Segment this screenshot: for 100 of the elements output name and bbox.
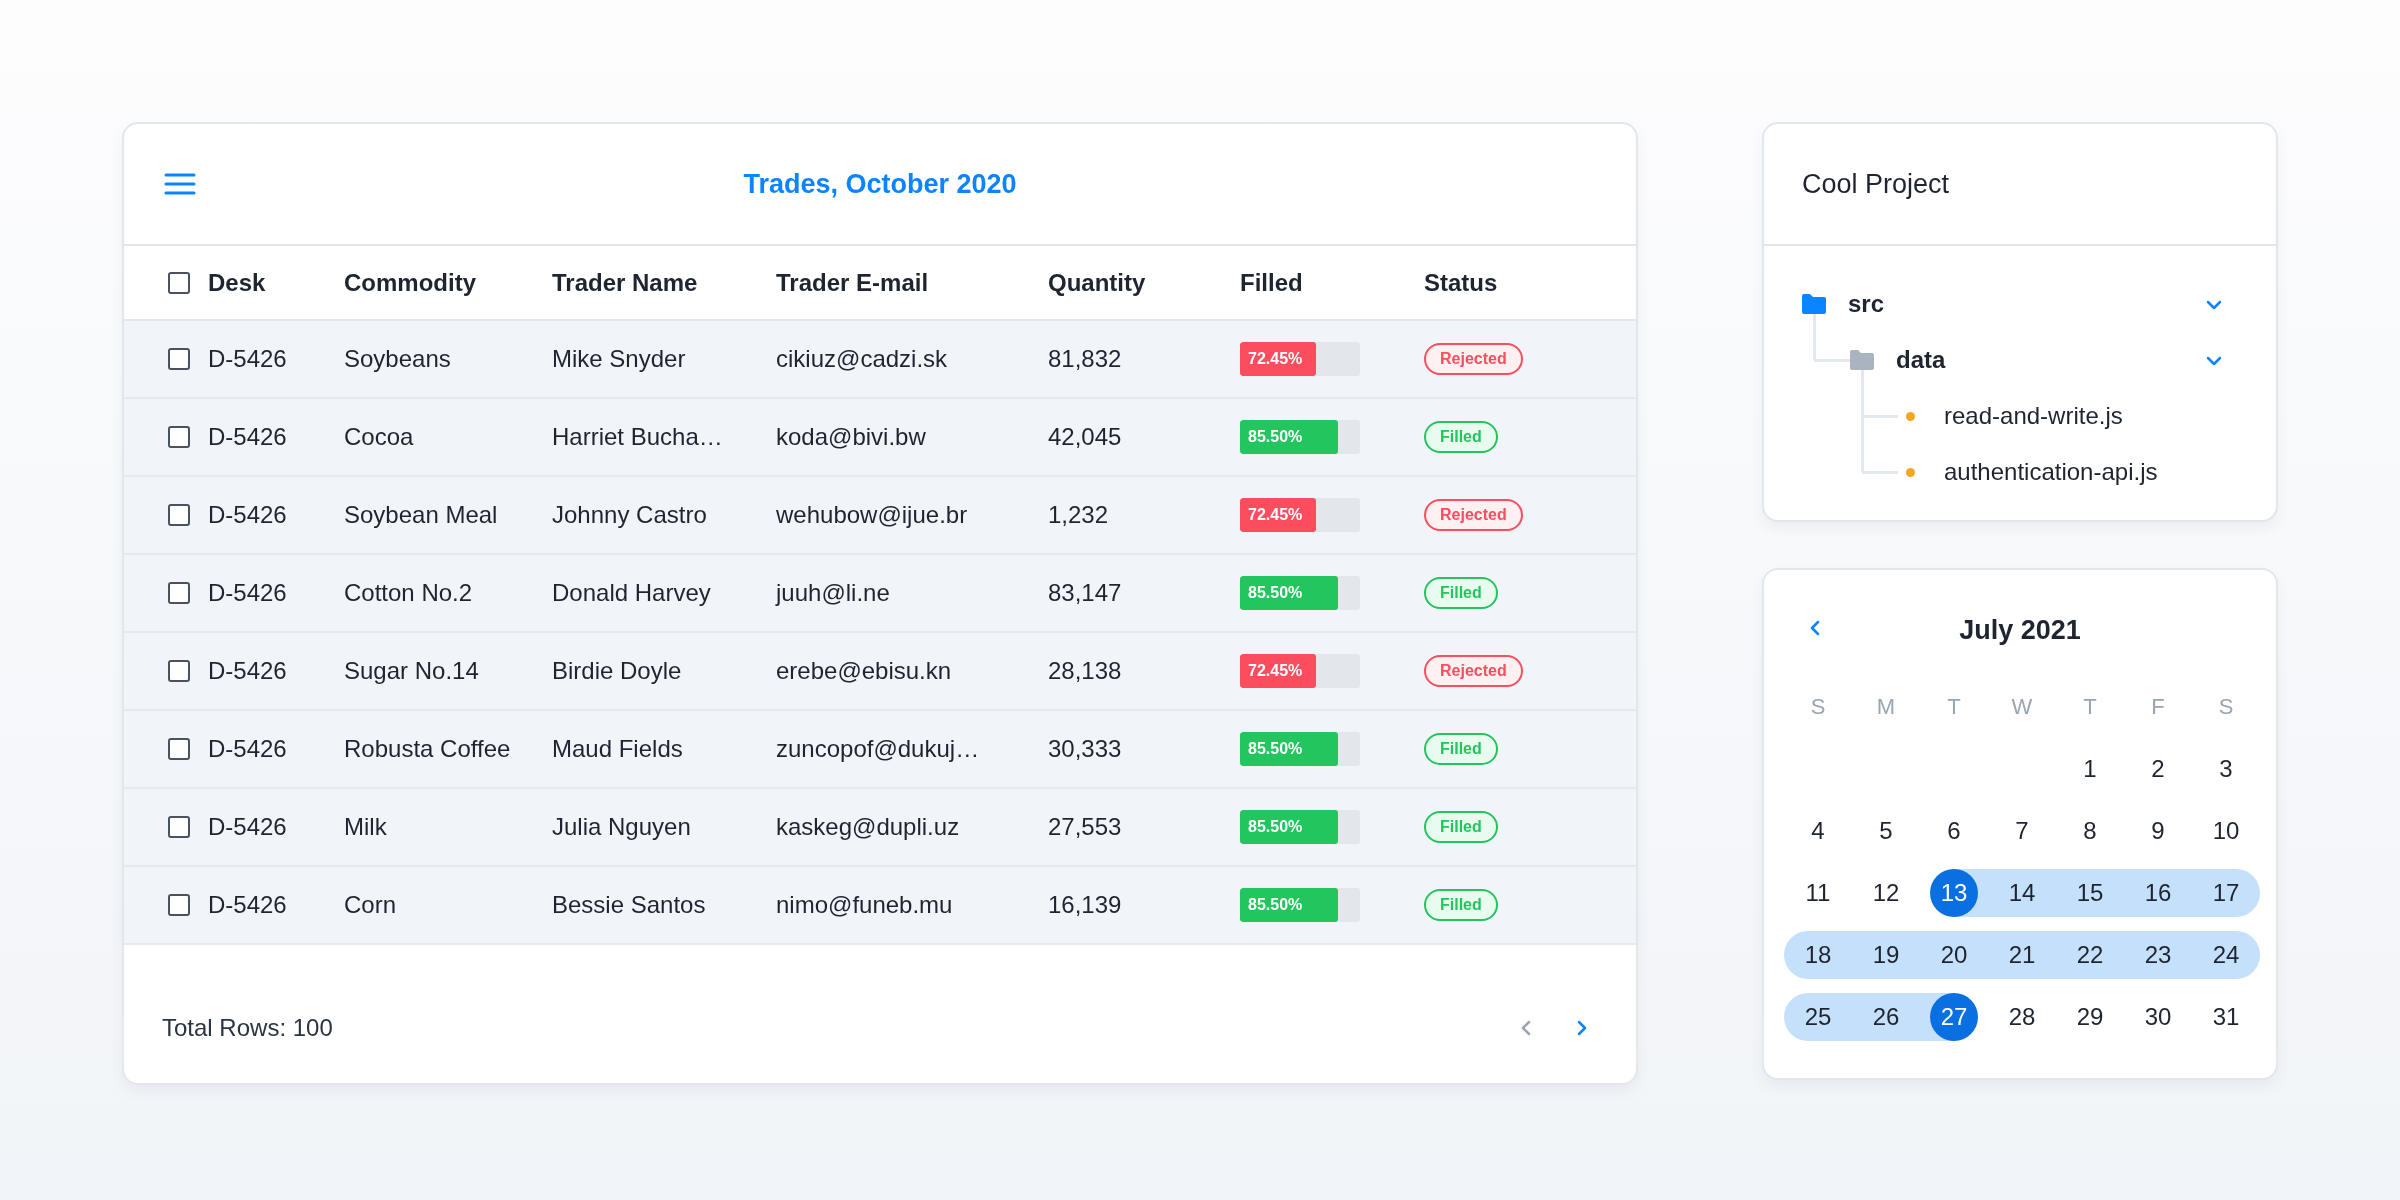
table-cell-text: cikiuz@cadzi.sk — [776, 345, 949, 373]
table-cell-text: D-5426 — [208, 345, 288, 373]
status-badge: Filled — [1424, 577, 1498, 609]
project-title: Cool Project — [1802, 168, 1950, 200]
calendar-day[interactable]: 28 — [1998, 993, 2046, 1041]
table-cell-text: 30,333 — [1048, 735, 1123, 763]
column-header: Commodity — [344, 268, 477, 297]
status-badge: Filled — [1424, 889, 1498, 921]
row-checkbox[interactable] — [168, 504, 190, 526]
status-badge: Filled — [1424, 733, 1498, 765]
calendar-day[interactable]: 29 — [2066, 993, 2114, 1041]
row-checkbox[interactable] — [168, 894, 190, 916]
table-cell-text: Cotton No.2 — [344, 579, 474, 607]
row-checkbox[interactable] — [168, 816, 190, 838]
calendar-day[interactable]: 10 — [2202, 807, 2250, 855]
calendar-day[interactable]: 7 — [1998, 807, 2046, 855]
calendar-day[interactable]: 6 — [1930, 807, 1978, 855]
calendar-day[interactable]: 9 — [2134, 807, 2182, 855]
table-cell-text: 83,147 — [1048, 579, 1123, 607]
calendar-day[interactable]: 16 — [2134, 869, 2182, 917]
calendar-day[interactable]: 22 — [2066, 931, 2114, 979]
table-cell-text: D-5426 — [208, 657, 288, 685]
table-cell-text: kaskeg@dupli.uz — [776, 813, 961, 841]
status-badge: Rejected — [1424, 343, 1523, 375]
table-cell-text: Birdie Doyle — [552, 657, 683, 685]
select-all-checkbox[interactable] — [168, 271, 190, 294]
row-checkbox[interactable] — [168, 582, 190, 604]
weekday-label: M — [1875, 694, 1897, 720]
table-cell-text: D-5426 — [208, 579, 288, 607]
file-name[interactable]: authentication-api.js — [1944, 458, 2158, 486]
calendar-day[interactable]: 3 — [2202, 745, 2250, 793]
table-cell-text: Harriet Bucha… — [552, 423, 724, 451]
calendar-day[interactable]: 4 — [1794, 807, 1842, 855]
row-checkbox[interactable] — [168, 348, 190, 370]
table-cell-text: Cocoa — [344, 423, 415, 451]
table-cell-text: Mike Snyder — [552, 345, 687, 373]
calendar-day[interactable]: 27 — [1930, 993, 1978, 1041]
row-checkbox[interactable] — [168, 660, 190, 682]
calendar-day[interactable]: 30 — [2134, 993, 2182, 1041]
calendar-day[interactable]: 26 — [1862, 993, 1910, 1041]
column-header: Status — [1424, 268, 1499, 297]
calendar-day[interactable]: 20 — [1930, 931, 1978, 979]
table-cell-text: D-5426 — [208, 735, 288, 763]
table-cell-text: Milk — [344, 813, 388, 841]
calendar-day[interactable]: 17 — [2202, 869, 2250, 917]
folder-name[interactable]: src — [1848, 290, 1885, 318]
table-cell-text: D-5426 — [208, 813, 288, 841]
progress-label: 85.50% — [1248, 740, 1303, 758]
row-checkbox[interactable] — [168, 426, 190, 448]
table-cell-text: D-5426 — [208, 423, 288, 451]
calendar-day[interactable]: 25 — [1794, 993, 1842, 1041]
calendar-day[interactable]: 8 — [2066, 807, 2114, 855]
table-cell-text: Sugar No.14 — [344, 657, 480, 685]
calendar-day[interactable]: 5 — [1862, 807, 1910, 855]
table-cell-text: Robusta Coffee — [344, 735, 512, 763]
table-cell-text: erebe@ebisu.kn — [776, 657, 953, 685]
table-cell-text: zuncopof@dukuj… — [776, 735, 981, 763]
column-header: Trader E-mail — [776, 268, 930, 297]
calendar-day[interactable]: 11 — [1794, 869, 1842, 917]
calendar-day[interactable]: 2 — [2134, 745, 2182, 793]
column-header: Filled — [1240, 268, 1304, 297]
progress-label: 85.50% — [1248, 428, 1303, 446]
calendar-day[interactable]: 31 — [2202, 993, 2250, 1041]
progress-label: 72.45% — [1248, 662, 1303, 680]
folder-name[interactable]: data — [1896, 346, 1946, 374]
table-cell-text: Johnny Castro — [552, 501, 708, 529]
calendar-day[interactable]: 14 — [1998, 869, 2046, 917]
table-cell-text: Maud Fields — [552, 735, 684, 763]
calendar-day[interactable]: 23 — [2134, 931, 2182, 979]
table-cell-text: Donald Harvey — [552, 579, 712, 607]
calendar-day[interactable]: 13 — [1930, 869, 1978, 917]
total-rows: Total Rows: 100 — [162, 1014, 333, 1042]
calendar-day[interactable]: 21 — [1998, 931, 2046, 979]
table-cell-text: nimo@funeb.mu — [776, 891, 954, 919]
progress-label: 85.50% — [1248, 896, 1303, 914]
table-cell-text: Soybean Meal — [344, 501, 499, 529]
calendar-day[interactable]: 24 — [2202, 931, 2250, 979]
calendar-day[interactable]: 1 — [2066, 745, 2114, 793]
status-badge: Rejected — [1424, 655, 1523, 687]
table-cell-text: 27,553 — [1048, 813, 1123, 841]
progress-label: 72.45% — [1248, 506, 1303, 524]
status-badge: Rejected — [1424, 499, 1523, 531]
progress-label: 85.50% — [1248, 584, 1303, 602]
status-badge: Filled — [1424, 421, 1498, 453]
table-cell-text: D-5426 — [208, 501, 288, 529]
calendar-day[interactable]: 18 — [1794, 931, 1842, 979]
calendar-day[interactable]: 19 — [1862, 931, 1910, 979]
table-cell-text: 16,139 — [1048, 891, 1123, 919]
column-header: Desk — [208, 268, 267, 297]
calendar-day[interactable]: 12 — [1862, 869, 1910, 917]
calendar-day[interactable]: 15 — [2066, 869, 2114, 917]
table-cell-text: juuh@li.ne — [776, 579, 891, 607]
file-name[interactable]: read-and-write.js — [1944, 402, 2123, 430]
progress-label: 72.45% — [1248, 350, 1303, 368]
weekday-label: T — [2082, 694, 2098, 720]
progress-label: 85.50% — [1248, 818, 1303, 836]
weekday-label: W — [2010, 694, 2034, 720]
status-badge: Filled — [1424, 811, 1498, 843]
row-checkbox[interactable] — [168, 738, 190, 760]
table-cell-text: 28,138 — [1048, 657, 1123, 685]
